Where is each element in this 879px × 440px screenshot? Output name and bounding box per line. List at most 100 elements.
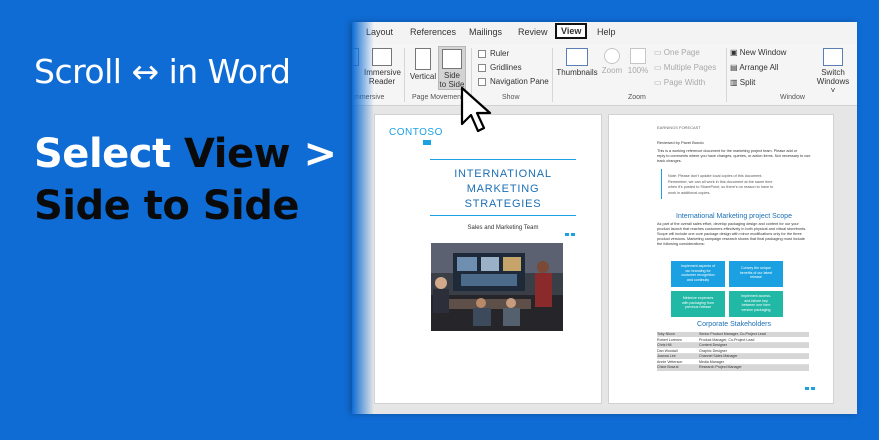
stakeholder-role: Graphic Designer bbox=[699, 348, 727, 353]
scope-heading: International Marketing project Scope bbox=[676, 213, 792, 220]
ruler-checkbox[interactable]: Ruler bbox=[478, 49, 509, 58]
document-area[interactable]: CONTOSO INTERNATIONAL MARKETING STRATEGI… bbox=[352, 107, 857, 414]
multiple-pages-icon: ▭ bbox=[654, 63, 664, 72]
switch-windows-label-2: Windows ˅ bbox=[816, 77, 850, 95]
consideration-box: Convey the unique benefits of our latest… bbox=[729, 261, 783, 287]
split-icon: ▥ bbox=[730, 78, 740, 87]
new-window-label: New Window bbox=[739, 48, 787, 57]
one-page-button[interactable]: ▭ One Page bbox=[654, 48, 700, 57]
split-label: Split bbox=[739, 78, 756, 87]
arrange-all-button[interactable]: ▤ Arrange All bbox=[730, 63, 778, 72]
zoom-group-label: Zoom bbox=[628, 94, 646, 101]
intro-line: track changes. bbox=[657, 159, 682, 163]
zoom-100-icon bbox=[630, 48, 646, 64]
page-width-button[interactable]: ▭ Page Width bbox=[654, 78, 705, 87]
tab-mailings[interactable]: Mailings bbox=[469, 27, 502, 37]
switch-windows-icon bbox=[823, 48, 843, 66]
consideration-box: Implement aspects of our branding for cu… bbox=[671, 261, 725, 287]
one-page-icon: ▭ bbox=[654, 48, 664, 57]
page-width-icon: ▭ bbox=[654, 78, 664, 87]
consideration-box: Minimize expenses with packaging from pr… bbox=[671, 291, 725, 317]
reviewed-by: Reviewed by Pavel Bondo bbox=[657, 140, 704, 145]
new-window-icon: ▣ bbox=[730, 48, 740, 57]
switch-windows-button[interactable]: Switch Windows ˅ bbox=[814, 48, 852, 95]
page-width-label: Page Width bbox=[663, 78, 706, 87]
stakeholder-name: Chloe Bowral bbox=[657, 365, 679, 369]
vertical-label: Vertical bbox=[409, 72, 437, 81]
word-window: Layout References Mailings Review View H… bbox=[352, 22, 857, 414]
stakeholder-role: Media Manager bbox=[699, 359, 724, 364]
side-to-side-button[interactable]: Side to Side bbox=[438, 46, 466, 90]
arrange-all-label: Arrange All bbox=[739, 63, 779, 72]
gridlines-label: Gridlines bbox=[490, 63, 522, 72]
marker-icon bbox=[811, 387, 815, 390]
instruction-select: Select bbox=[34, 131, 185, 177]
note-line: work in additional copies. bbox=[668, 190, 711, 195]
gridlines-checkbox[interactable]: Gridlines bbox=[478, 63, 522, 72]
thumbnails-label: Thumbnails bbox=[556, 68, 598, 77]
stakeholder-role: Senior Product Manager, Co-Project Lead bbox=[699, 332, 766, 336]
instruction-side-to-side: Side to Side bbox=[34, 183, 300, 229]
box-line: release bbox=[750, 275, 762, 279]
tab-view[interactable]: View bbox=[555, 23, 588, 39]
stakeholder-name: Chris Hill bbox=[657, 343, 672, 347]
box-line: and continuity bbox=[686, 277, 710, 282]
zoom-button[interactable]: Zoom bbox=[600, 48, 624, 75]
vertical-button[interactable]: Vertical bbox=[409, 48, 437, 81]
checkbox-box bbox=[478, 77, 486, 86]
document-title-line-3: STRATEGIES bbox=[464, 198, 542, 210]
checkbox-box bbox=[478, 49, 486, 58]
multiple-pages-label: Multiple Pages bbox=[663, 63, 717, 72]
contoso-logo: CONTOSO bbox=[389, 127, 443, 138]
mouse-pointer-icon bbox=[460, 86, 492, 133]
page-movement-group-label: Page Movement bbox=[412, 94, 463, 101]
ruler-label: Ruler bbox=[490, 49, 510, 58]
separator bbox=[552, 48, 553, 102]
scope-line: the following considerations: bbox=[657, 242, 705, 246]
stakeholders-heading: Corporate Stakeholders bbox=[697, 321, 771, 328]
zoom-100-label: 100% bbox=[627, 66, 649, 75]
navigation-pane-checkbox[interactable]: Navigation Pane bbox=[478, 77, 549, 86]
zoom-100-button[interactable]: 100% bbox=[626, 48, 650, 75]
side-to-side-label-1: Side bbox=[443, 71, 460, 80]
marker-icon bbox=[805, 387, 809, 390]
title-rule bbox=[430, 159, 576, 160]
title-rule bbox=[430, 215, 576, 216]
separator bbox=[726, 48, 727, 102]
headline: Scroll ↔ in Word bbox=[34, 52, 291, 91]
vertical-pages-icon bbox=[415, 48, 431, 70]
arrange-all-icon: ▤ bbox=[730, 63, 740, 72]
consideration-box: Implement access- and-failure key betwee… bbox=[729, 291, 783, 317]
stakeholders-table: Toby Nixon Senior Product Manager, Co-Pro… bbox=[657, 332, 809, 371]
one-page-label: One Page bbox=[663, 48, 700, 57]
thumbnails-button[interactable]: Thumbnails bbox=[556, 48, 598, 77]
page-2: EARNINGS FORECAST Reviewed by Pavel Bond… bbox=[608, 114, 834, 404]
tab-review[interactable]: Review bbox=[518, 27, 548, 37]
title-panel: Scroll ↔ in Word Select View > Side to S… bbox=[0, 0, 360, 440]
ribbon: Immersive Reader mmersive Vertical Side … bbox=[352, 44, 857, 106]
document-title: INTERNATIONAL MARKETING STRATEGIES bbox=[430, 167, 576, 212]
multiple-pages-button[interactable]: ▭ Multiple Pages bbox=[654, 63, 716, 72]
zoom-label: Zoom bbox=[601, 66, 623, 75]
ribbon-tabs: Layout References Mailings Review View H… bbox=[352, 22, 857, 44]
document-subtitle: Sales and Marketing Team bbox=[467, 225, 539, 231]
stakeholder-role: Content Designer bbox=[699, 343, 727, 347]
page-1: CONTOSO INTERNATIONAL MARKETING STRATEGI… bbox=[374, 114, 602, 404]
stakeholder-role: Research Project Manager bbox=[699, 365, 742, 369]
checkbox-box bbox=[478, 63, 486, 72]
new-window-button[interactable]: ▣ New Window bbox=[730, 48, 786, 57]
book-icon bbox=[372, 48, 392, 66]
navigation-pane-label: Navigation Pane bbox=[490, 77, 549, 86]
side-to-side-icon bbox=[442, 49, 462, 69]
stakeholder-role: Channel Sales Manager bbox=[699, 354, 738, 358]
instruction: Select View > Side to Side bbox=[34, 128, 337, 232]
logo-mark-icon bbox=[423, 140, 431, 145]
thumbnails-icon bbox=[566, 48, 588, 66]
stakeholder-name: Toby Nixon bbox=[657, 332, 675, 336]
tab-references[interactable]: References bbox=[410, 27, 456, 37]
split-button[interactable]: ▥ Split bbox=[730, 78, 755, 87]
tab-help[interactable]: Help bbox=[597, 27, 616, 37]
stakeholder-name: Dan Woodall bbox=[657, 348, 678, 353]
marker-icon bbox=[565, 233, 569, 236]
table-row: Chloe Bowral Research Project Manager bbox=[657, 365, 809, 371]
